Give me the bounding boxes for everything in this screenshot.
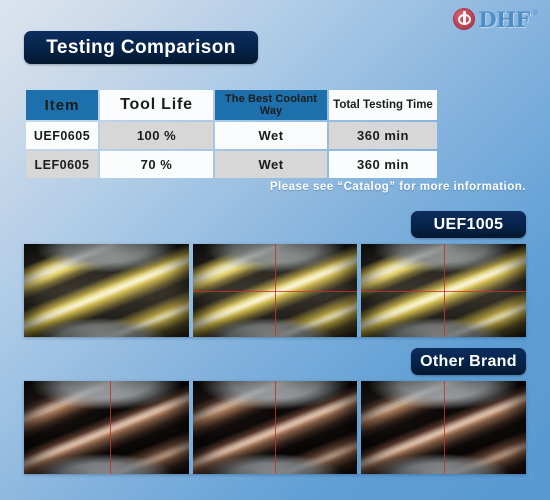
tool-photo-image (24, 381, 189, 474)
cell-tool-life: 70 % (100, 151, 213, 178)
photo-strip-uef1005 (24, 244, 527, 337)
table-row: UEF0605 100 % Wet 360 min (26, 122, 437, 149)
cell-item: UEF0605 (26, 122, 98, 149)
table-header-row: Item Tool Life The Best Coolant Way Tota… (26, 90, 437, 120)
dhf-circle-mark-icon (453, 8, 476, 30)
photo-pane (24, 244, 189, 337)
photo-pane (361, 381, 527, 474)
crosshair-horizontal-icon (361, 290, 527, 292)
column-header-item: Item (26, 90, 98, 120)
section-label-other-brand: Other Brand (411, 348, 526, 375)
photo-pane (192, 244, 358, 337)
page-title: Testing Comparison (24, 31, 258, 64)
brand-logo: DHF ® (453, 8, 538, 30)
crosshair-vertical-icon (109, 381, 111, 474)
cell-coolant: Wet (215, 151, 327, 178)
section-label-uef1005: UEF1005 (411, 211, 526, 238)
column-header-testing-time: Total Testing Time (329, 90, 437, 120)
cell-tool-life: 100 % (100, 122, 213, 149)
catalog-note: Please see “Catalog” for more informatio… (269, 181, 526, 193)
brand-name: DHF (478, 6, 530, 32)
cell-testing-time: 360 min (329, 122, 437, 149)
comparison-table: Item Tool Life The Best Coolant Way Tota… (24, 88, 439, 180)
column-header-tool-life: Tool Life (100, 90, 213, 120)
column-header-coolant-way: The Best Coolant Way (215, 90, 327, 120)
cell-testing-time: 360 min (329, 151, 437, 178)
photo-strip-other-brand (24, 381, 527, 474)
photo-pane (24, 381, 189, 474)
photo-pane (361, 244, 527, 337)
crosshair-vertical-icon (275, 381, 276, 474)
cell-item: LEF0605 (26, 151, 98, 178)
table-row: LEF0605 70 % Wet 360 min (26, 151, 437, 178)
registered-trademark-icon: ® (532, 10, 538, 17)
photo-pane (192, 381, 358, 474)
tool-photo-image (24, 244, 189, 337)
crosshair-horizontal-icon (192, 290, 358, 292)
slide-root: DHF ® Testing Comparison Item Tool Life … (0, 0, 550, 500)
cell-coolant: Wet (215, 122, 327, 149)
crosshair-vertical-icon (443, 381, 445, 474)
